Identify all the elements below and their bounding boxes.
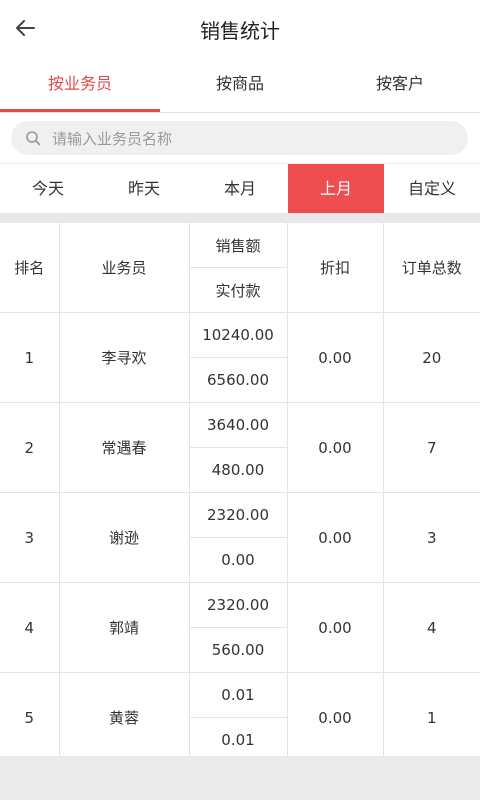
range-last-month[interactable]: 上月 — [288, 164, 384, 214]
cell-sales-amount: 2320.00 — [188, 492, 288, 538]
header-discount: 折扣 — [286, 223, 384, 313]
cell-actual-paid: 0.00 — [189, 537, 287, 583]
search-input[interactable]: 请输入业务员名称 — [11, 121, 468, 155]
cell-discount: 0.00 — [286, 402, 384, 493]
search-bar: 请输入业务员名称 — [0, 113, 480, 163]
app-header: 销售统计 — [0, 0, 480, 56]
search-icon — [26, 131, 41, 146]
header-salesman: 业务员 — [58, 223, 190, 313]
active-tab-indicator — [0, 109, 160, 112]
cell-actual-paid: 480.00 — [189, 447, 287, 493]
cell-order-count: 4 — [382, 582, 480, 673]
cell-salesman: 常遇春 — [58, 402, 190, 493]
table-row[interactable]: 2 常遇春 3640.00 0.00 7 — [0, 402, 480, 493]
cell-sales-amount: 2320.00 — [188, 582, 288, 628]
page-title: 销售统计 — [200, 19, 280, 43]
table-row[interactable]: 4 郭靖 2320.00 0.00 4 — [0, 582, 480, 673]
cell-rank: 3 — [0, 492, 60, 583]
table-row[interactable]: 1 李寻欢 10240.00 0.00 20 — [0, 312, 480, 403]
cell-order-count: 1 — [382, 672, 480, 763]
section-divider — [0, 213, 480, 223]
header-rank: 排名 — [0, 223, 60, 313]
tab-by-product[interactable]: 按商品 — [160, 56, 320, 112]
sales-stats-table: 排名 业务员 销售额 折扣 订单总数 实付款 1 李寻欢 10240.00 0.… — [0, 223, 480, 763]
cell-salesman: 黄蓉 — [58, 672, 190, 763]
table-header-row: 排名 业务员 销售额 折扣 订单总数 — [0, 223, 480, 313]
cell-actual-paid: 560.00 — [189, 627, 287, 673]
range-today[interactable]: 今天 — [0, 164, 96, 214]
search-placeholder: 请输入业务员名称 — [52, 130, 173, 148]
cell-rank: 5 — [0, 672, 60, 763]
cell-rank: 4 — [0, 582, 60, 673]
cell-sales-amount: 3640.00 — [188, 402, 288, 448]
cell-sales-amount: 0.01 — [188, 672, 288, 718]
table-row[interactable]: 3 谢逊 2320.00 0.00 3 — [0, 492, 480, 583]
cell-discount: 0.00 — [286, 582, 384, 673]
cell-discount: 0.00 — [286, 672, 384, 763]
tab-by-customer[interactable]: 按客户 — [320, 56, 480, 112]
range-yesterday[interactable]: 昨天 — [96, 164, 192, 214]
cell-discount: 0.00 — [286, 312, 384, 403]
cell-rank: 2 — [0, 402, 60, 493]
cell-rank: 1 — [0, 312, 60, 403]
tab-by-salesman[interactable]: 按业务员 — [0, 56, 160, 112]
cell-actual-paid: 6560.00 — [189, 357, 287, 403]
cell-order-count: 20 — [382, 312, 480, 403]
cell-order-count: 3 — [382, 492, 480, 583]
cell-sales-amount: 10240.00 — [188, 312, 288, 358]
header-sales-amount: 销售额 — [188, 223, 288, 268]
cell-salesman: 郭靖 — [58, 582, 190, 673]
cell-salesman: 李寻欢 — [58, 312, 190, 403]
range-custom[interactable]: 自定义 — [384, 164, 480, 214]
cell-discount: 0.00 — [286, 492, 384, 583]
table-row[interactable]: 5 黄蓉 0.01 0.00 1 — [0, 672, 480, 763]
header-actual-paid: 实付款 — [189, 267, 287, 313]
tab-bar: 按业务员 按商品 按客户 — [0, 56, 480, 113]
range-this-month[interactable]: 本月 — [192, 164, 288, 214]
cell-salesman: 谢逊 — [58, 492, 190, 583]
date-range-bar: 今天 昨天 本月 上月 自定义 — [0, 163, 480, 214]
header-order-count: 订单总数 — [382, 223, 480, 313]
cell-order-count: 7 — [382, 402, 480, 493]
bottom-spacer — [0, 756, 480, 800]
